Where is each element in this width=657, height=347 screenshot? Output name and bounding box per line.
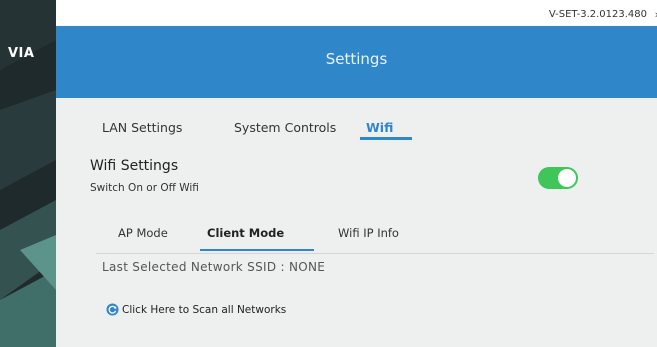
subtab-divider — [96, 253, 654, 254]
subtab-client-mode[interactable]: Client Mode — [207, 226, 284, 240]
last-ssid-value: NONE — [288, 260, 326, 274]
wifi-toggle[interactable] — [538, 167, 578, 189]
subtab-ap-mode[interactable]: AP Mode — [118, 226, 168, 240]
scan-link-label: Click Here to Scan all Networks — [122, 304, 287, 316]
wifi-subtabs: AP Mode Client Mode Wifi IP Info — [56, 220, 654, 254]
settings-content: LAN Settings System Controls Wifi Wifi S… — [56, 98, 657, 347]
toggle-knob — [558, 169, 576, 187]
top-bar: V-SET-3.2.0123.480 › — [56, 0, 657, 26]
active-tab-indicator — [360, 137, 412, 140]
last-selected-ssid: Last Selected Network SSID : NONE — [102, 260, 325, 274]
active-subtab-indicator — [200, 249, 314, 251]
wifi-settings-title: Wifi Settings — [90, 158, 179, 174]
scan-networks-link[interactable]: Click Here to Scan all Networks — [106, 303, 286, 316]
sidebar-strip: VIA — [0, 0, 56, 347]
tab-lan-settings[interactable]: LAN Settings — [102, 120, 182, 135]
last-ssid-label: Last Selected Network SSID : — [102, 260, 285, 274]
subtab-wifi-ip-info[interactable]: Wifi IP Info — [338, 226, 399, 240]
wifi-settings-subtitle: Switch On or Off Wifi — [90, 182, 199, 194]
tab-system-controls[interactable]: System Controls — [234, 120, 336, 135]
settings-header: Settings — [56, 26, 657, 98]
tab-wifi[interactable]: Wifi — [366, 120, 393, 135]
page-title: Settings — [325, 50, 388, 68]
version-label: V-SET-3.2.0123.480 — [548, 9, 647, 20]
refresh-icon — [106, 303, 119, 316]
via-logo: VIA — [8, 46, 35, 61]
